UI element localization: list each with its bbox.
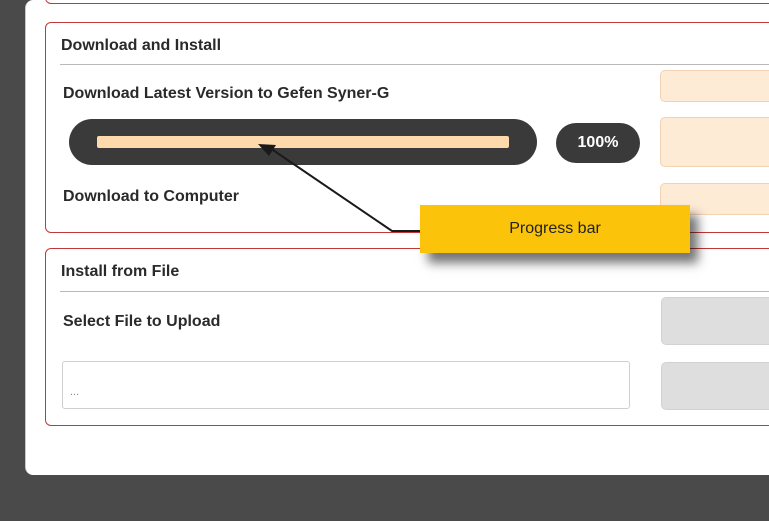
upload-button[interactable]: [661, 362, 769, 410]
download-latest-button[interactable]: [660, 70, 769, 102]
file-path-input[interactable]: ...: [62, 361, 630, 409]
section-divider: [60, 291, 769, 292]
section-title-download: Download and Install: [61, 37, 222, 54]
download-latest-label: Download Latest Version to Gefen Syner-G: [63, 85, 390, 102]
browse-button[interactable]: [661, 297, 769, 345]
select-file-label: Select File to Upload: [63, 313, 221, 330]
progress-bar-fill: [97, 136, 509, 148]
progress-bar-callout: Progress bar: [420, 205, 690, 253]
previous-section: [45, 0, 769, 4]
progress-bar: [69, 119, 537, 165]
section-divider: [60, 64, 769, 65]
progress-percent: 100%: [556, 123, 640, 163]
section-title-install: Install from File: [61, 263, 180, 280]
install-button[interactable]: [660, 117, 769, 167]
download-to-computer-label: Download to Computer: [63, 188, 239, 205]
